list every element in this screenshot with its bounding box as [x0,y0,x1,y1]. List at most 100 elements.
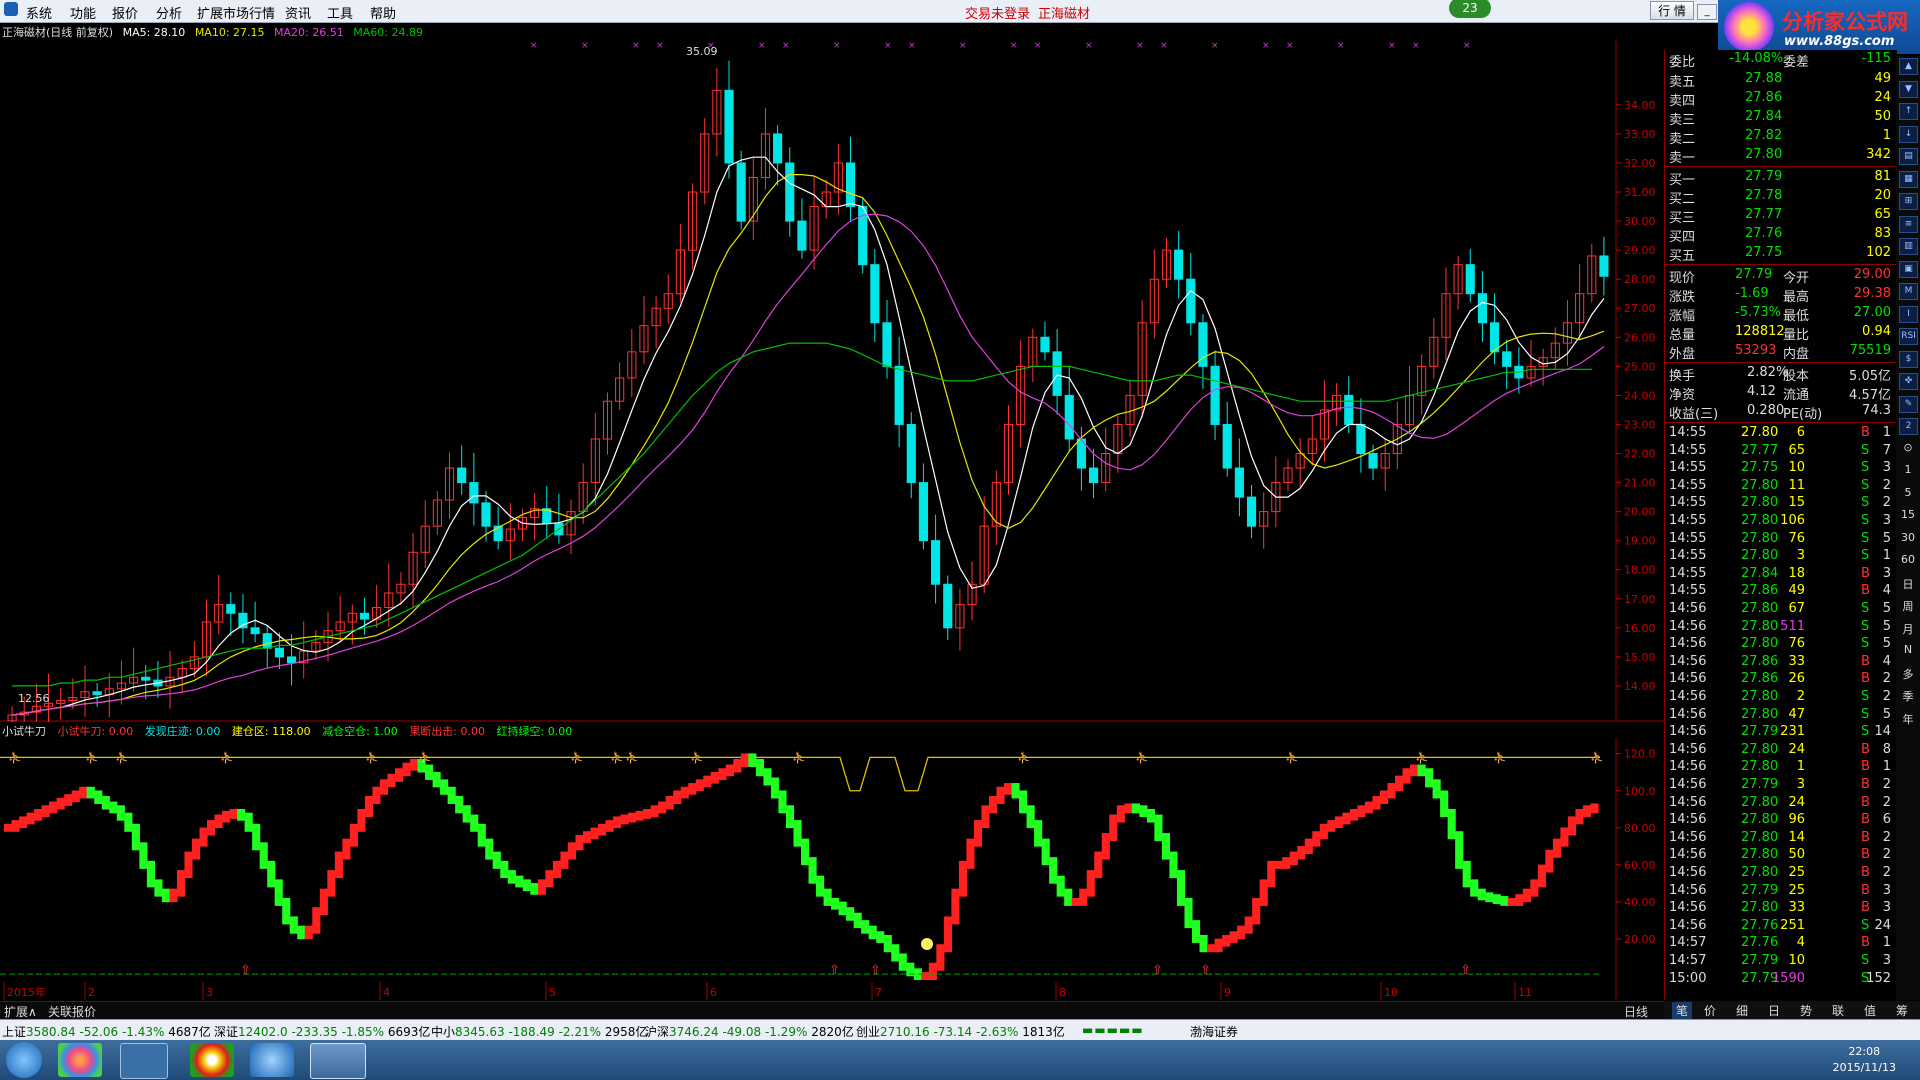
tick-price: 27.80 [1741,829,1779,845]
right-tab[interactable]: 联 [1832,1002,1844,1019]
side-tool-icon[interactable]: ▣ [1899,260,1918,278]
indicator-step [500,860,509,879]
tick-price: 27.86 [1741,671,1779,687]
side-tool-icon[interactable]: ↑ [1899,103,1918,120]
index-quote-part: 6693亿 [384,1025,431,1039]
indicator-step [1364,801,1374,814]
side-tool-icon[interactable]: ⊞ [1899,193,1918,210]
tab-related-quote[interactable]: 关联报价 [48,1003,96,1020]
menu-tools[interactable]: 工具 [327,3,353,22]
right-tab[interactable]: 值 [1864,1002,1876,1019]
side-tool-icon[interactable]: 月 [1898,621,1918,637]
index-quote[interactable]: 上证3580.84 -52.06 -1.43% 4687亿 [2,1023,211,1040]
index-quote-part: -188.49 [504,1025,555,1039]
ie-icon[interactable] [250,1043,294,1077]
right-tab[interactable]: 笔 [1672,1002,1693,1019]
right-tab[interactable]: 势 [1800,1002,1812,1019]
side-tool-icon[interactable]: 5 [1898,486,1918,502]
minimize-icon[interactable]: _ [1697,4,1717,20]
indicator-step [718,768,727,780]
side-tool-icon[interactable]: RSI [1899,328,1918,345]
indicator-step [86,786,95,799]
tick-volume: 511 [1780,618,1805,634]
side-tool-icon[interactable]: ▥ [1899,238,1918,255]
indicator-chart[interactable]: 120.0100.080.0060.0040.0020.00⛹ ⛹ ⛹ ⛹ ⛹ ⛹ ⛹ ⛹ ⛹ ⛹… [0,738,1664,1000]
menu-system[interactable]: 系统 [26,3,52,22]
chrome-icon[interactable] [190,1043,234,1077]
trade-login-notice[interactable]: 交易未登录 [965,3,1030,22]
side-tool-icon[interactable]: M [1899,283,1918,300]
side-tool-icon[interactable]: ⊙ [1898,441,1918,457]
candle [481,502,491,527]
media-app-icon[interactable] [58,1043,102,1077]
quote-panel: 委比 -14.08% 委差 -115 卖五 27.88 49 卖四 27.86 24 卖三 27.84… [1664,50,1897,1000]
folder-icon[interactable] [120,1043,168,1079]
message-count-badge[interactable]: 23 [1449,0,1491,18]
index-status-bar: 上证3580.84 -52.06 -1.43% 4687亿 深证12402.0 -… [0,1019,1920,1041]
indicator-step [334,851,343,879]
candlestick-chart[interactable]: 34.00 33.00 32.00 31.00 30.00 29.00 28.00 27.00… [0,40,1664,722]
side-tool-icon[interactable]: 15 [1898,508,1918,524]
menu-ext-market[interactable]: 扩展市场行情 [197,3,275,22]
right-tab[interactable]: 细 [1736,1002,1748,1019]
right-tab[interactable]: 日 [1768,1002,1780,1019]
index-quote[interactable]: 沪深3746.24 -49.08 -1.29% 2820亿 [645,1023,854,1040]
side-tool-icon[interactable]: $ [1899,350,1918,368]
side-tool-icon[interactable]: 1 [1898,463,1918,479]
indicator-step [650,805,659,817]
fund-label: 收益(三) [1669,407,1719,422]
side-tool-icon[interactable]: 30 [1898,531,1918,547]
menu-news[interactable]: 资讯 [285,3,311,22]
tick-count: 3 [1882,882,1891,898]
side-tool-icon[interactable]: ▦ [1899,170,1918,188]
side-tool-icon[interactable]: 年 [1898,711,1918,727]
side-tool-icon[interactable]: ≡ [1899,215,1918,233]
side-tool-icon[interactable]: ▼ [1899,80,1918,98]
side-tool-icon[interactable]: 60 [1898,553,1918,569]
tick-volume: 106 [1780,513,1805,528]
tick-time: 14:56 [1669,865,1707,880]
period-daily[interactable]: 日线 [1624,1003,1648,1020]
indicator-step [364,796,374,817]
candle [1502,351,1512,367]
side-tool-icon[interactable]: 多 [1898,666,1918,682]
index-quote[interactable]: 创业2710.16 -73.14 -2.63% 1813亿 [856,1023,1065,1040]
side-tool-icon[interactable]: ✜ [1899,373,1918,390]
indicator-step [64,794,73,806]
candle [1064,394,1074,440]
indicator-step [1327,820,1336,832]
menu-analysis[interactable]: 分析 [156,3,182,22]
tick-volume: 50 [1788,847,1805,863]
menu-quote[interactable]: 报价 [112,3,138,22]
side-tool-icon[interactable]: ↓ [1899,125,1918,143]
index-quote[interactable]: 中小8345.63 -188.49 -2.21% 2958亿 [431,1023,647,1040]
menu-function[interactable]: 功能 [70,3,96,22]
side-tool-icon[interactable]: 日 [1898,576,1918,592]
stat-value: 27.79 [1735,267,1773,282]
index-quote[interactable]: 深证12402.0 -233.35 -1.85% 6693亿 [214,1023,430,1040]
start-icon[interactable] [6,1042,42,1078]
side-tool-icon[interactable]: N [1898,643,1918,659]
market-button[interactable]: 行 情 [1650,1,1694,20]
side-tool-icon[interactable]: 季 [1898,688,1918,704]
tick-side: S [1861,618,1870,634]
signal-marker: × [1286,41,1294,51]
right-tab[interactable]: 筹 [1896,1002,1908,1019]
side-tool-icon[interactable]: ▲ [1899,58,1918,75]
system-clock[interactable]: 22:08 2015/11/13 [1833,1044,1896,1076]
indicator-step [846,907,855,921]
tick-price: 27.80 [1741,513,1779,528]
side-tool-icon[interactable]: ▤ [1899,148,1918,165]
candle [1222,423,1232,469]
tab-expand[interactable]: 扩展∧ [4,1003,37,1020]
side-tool-icon[interactable]: I [1899,305,1918,323]
stock-app-taskbar-icon[interactable] [310,1043,366,1079]
right-tab[interactable]: 价 [1704,1002,1716,1019]
indicator-step [951,888,960,925]
side-tool-icon[interactable]: 周 [1898,598,1918,614]
side-tool-icon[interactable]: 2 [1899,418,1918,435]
menu-help[interactable]: 帮助 [370,3,396,22]
side-tool-icon[interactable]: ✎ [1899,395,1918,413]
indicator-step [1297,846,1306,860]
candle [457,467,467,484]
